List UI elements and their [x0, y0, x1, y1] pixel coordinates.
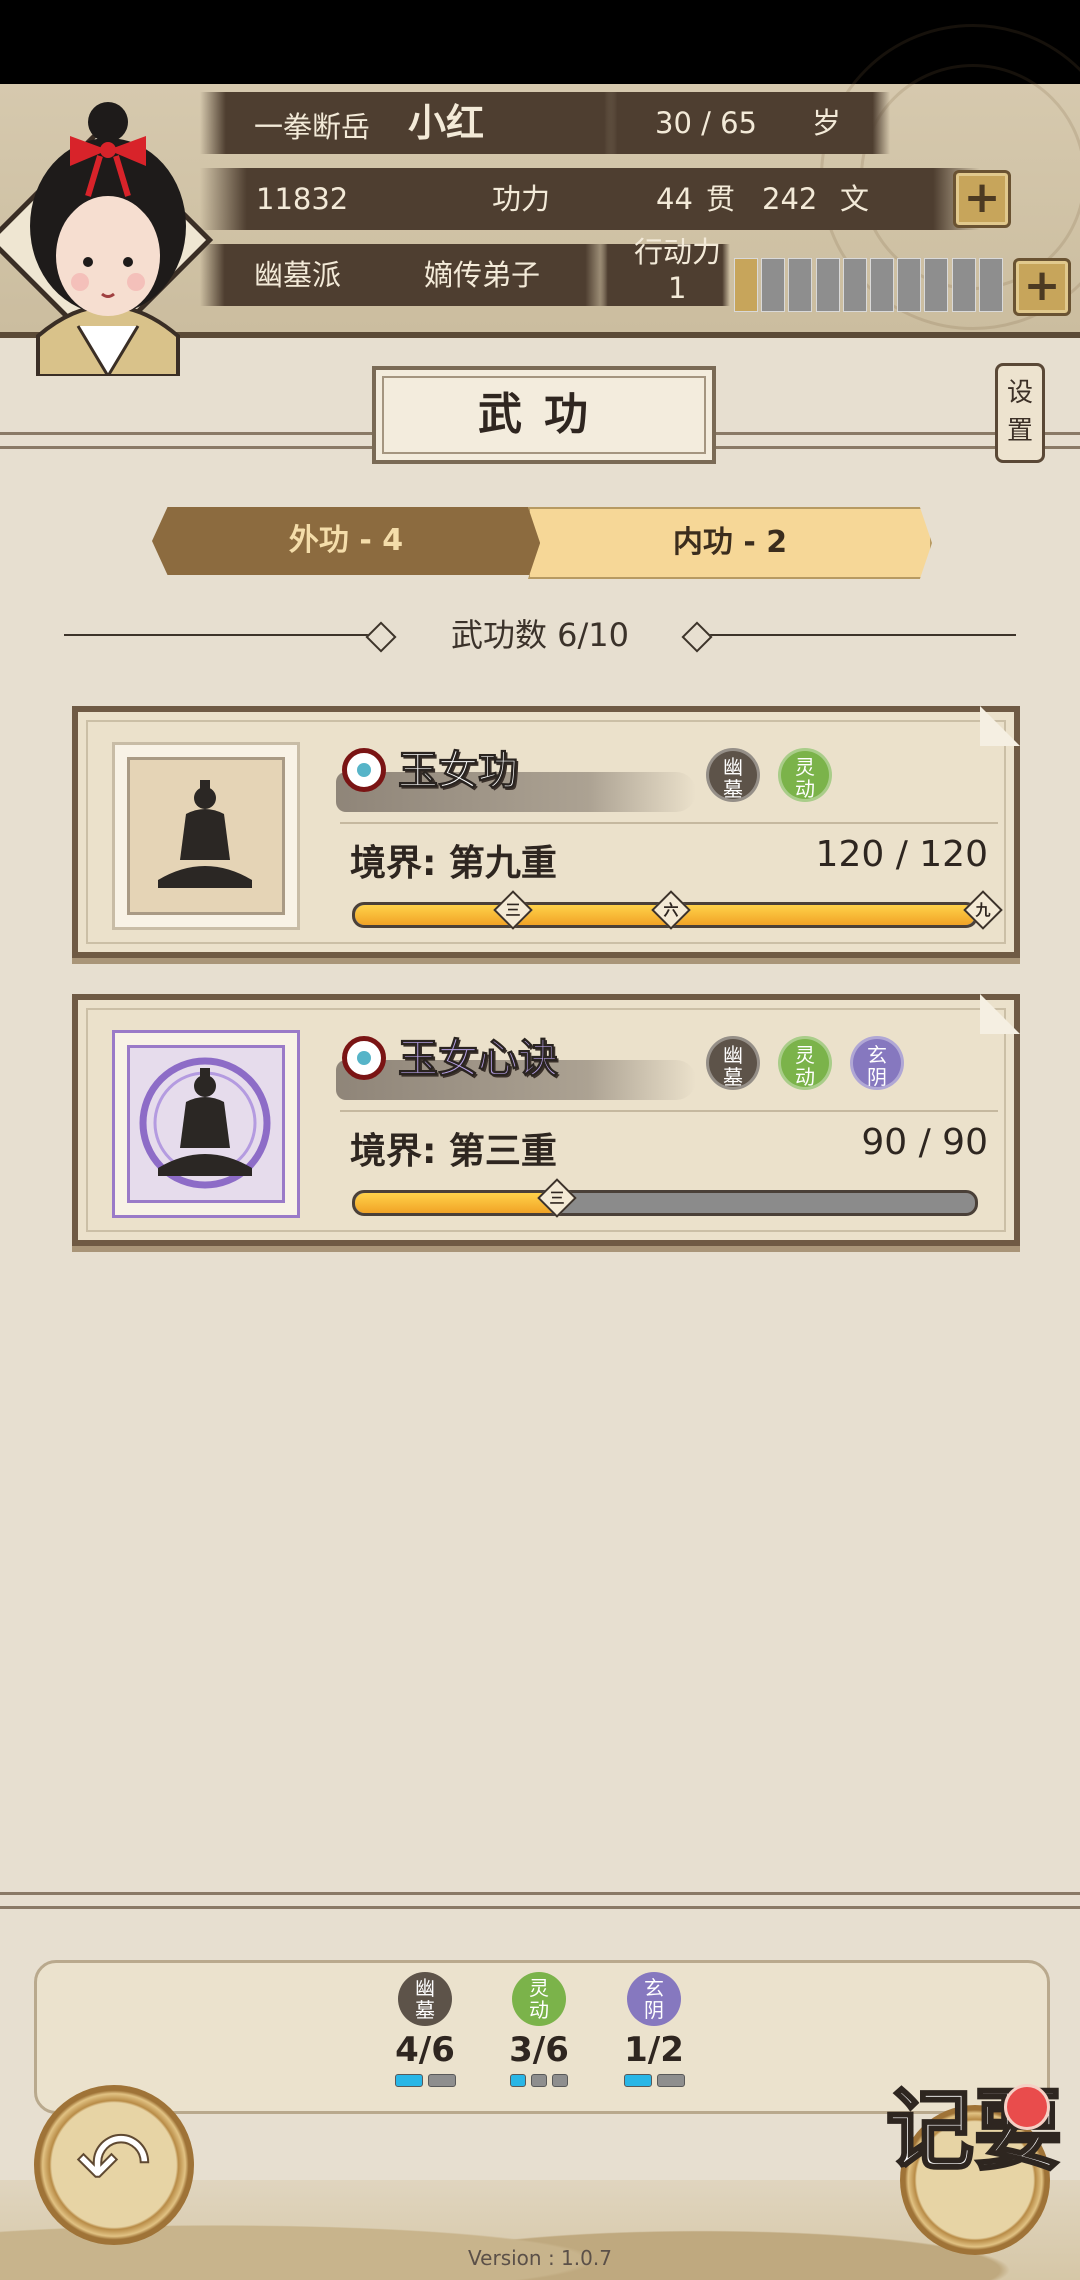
- skill-progress: 120 / 120: [815, 834, 988, 875]
- stat-pip: [510, 2074, 526, 2087]
- skill-level-fill: [355, 1193, 560, 1213]
- realm-marker-label: 六: [663, 901, 679, 919]
- action-value: 1: [668, 271, 687, 305]
- page-fold-corner: [980, 706, 1020, 746]
- version-label: Version : 1.0.7: [468, 2246, 612, 2270]
- stat-pip: [531, 2074, 547, 2087]
- frame-line: [0, 446, 372, 449]
- stat-pip: [623, 2074, 652, 2087]
- sect-stat-icon: 幽墓: [398, 1972, 452, 2026]
- stat-pip: [427, 2074, 456, 2087]
- skill-realm: 境界: 第三重: [350, 1131, 557, 1172]
- action-label: 行动力: [634, 235, 722, 269]
- yin-badge-icon: 玄阴: [850, 1036, 904, 1090]
- skill-realm: 境界: 第九重: [350, 843, 557, 884]
- tab-external-skills[interactable]: 外功 - 4: [152, 507, 540, 575]
- disciple-rank: 嫡传弟子: [424, 258, 541, 292]
- skill-name: 玉女功: [398, 748, 519, 795]
- add-action-button[interactable]: +: [1013, 258, 1071, 316]
- age-value: 30 / 65: [655, 106, 758, 140]
- wen-unit: 文: [840, 182, 870, 216]
- yin-stat-icon: 玄阴: [627, 1972, 681, 2026]
- stat-agility[interactable]: 灵动 3/6: [489, 1972, 589, 2087]
- portrait-box: [127, 1045, 285, 1203]
- skill-card[interactable]: 玉女心诀 幽墓 灵动 玄阴 境界: 第三重 90 / 90 三: [72, 994, 1020, 1246]
- skill-count: 武功数 6/10: [450, 616, 630, 654]
- tab-internal-skills[interactable]: 内功 - 2: [528, 507, 932, 579]
- action-point-cell: [815, 258, 840, 312]
- back-button[interactable]: ↶: [34, 2085, 194, 2245]
- realm-marker-label: 三: [505, 901, 521, 919]
- settings-button[interactable]: 设置: [995, 363, 1045, 463]
- age-unit: 岁: [812, 106, 842, 140]
- action-point-cell: [897, 258, 922, 312]
- divider-line: [706, 634, 1016, 636]
- stat-pips: [489, 2074, 589, 2087]
- money-guan: 44: [656, 182, 693, 216]
- stat-pip: [552, 2074, 568, 2087]
- skill-name: 玉女心诀: [398, 1036, 559, 1083]
- frame-line: [0, 432, 372, 435]
- action-point-cell: [951, 258, 976, 312]
- avatar[interactable]: [8, 86, 208, 379]
- power-label: 功力: [492, 182, 551, 216]
- character-name: 小红: [408, 101, 485, 145]
- notification-dot: [1004, 2084, 1050, 2130]
- card-separator: [340, 822, 998, 824]
- skill-type-icon: [342, 1036, 386, 1080]
- frame-line: [0, 1892, 1080, 1895]
- action-point-cell: [924, 258, 949, 312]
- realm-marker-label: 九: [975, 901, 991, 919]
- action-point-cell: [734, 258, 758, 312]
- sect-badge-icon: 幽墓: [706, 1036, 760, 1090]
- frame-line: [0, 1906, 1080, 1909]
- diamond-ornament-icon: [681, 621, 713, 653]
- card-separator: [340, 1110, 998, 1112]
- stat-pip: [394, 2074, 423, 2087]
- settings-label: 设置: [1006, 378, 1033, 446]
- action-point-cell: [978, 258, 1003, 312]
- agility-badge-icon: 灵动: [778, 1036, 832, 1090]
- skill-card[interactable]: 玉女功 幽墓 灵动 境界: 第九重 120 / 120 三 六 九: [72, 706, 1020, 958]
- stat-pip: [656, 2074, 685, 2087]
- stat-pips: [375, 2074, 475, 2087]
- skill-type-icon: [342, 748, 386, 792]
- skill-level-bar: 三六九: [352, 890, 1003, 930]
- sect-name: 幽墓派: [254, 258, 342, 292]
- agility-badge-icon: 灵动: [778, 748, 832, 802]
- page-title-text: 武功: [478, 389, 610, 440]
- realm-marker-label: 三: [549, 1189, 565, 1207]
- stat-pips: [604, 2074, 704, 2087]
- stat-value: 4/6: [395, 2030, 455, 2070]
- skill-level-bar: 三: [352, 1178, 978, 1218]
- action-point-cell: [842, 258, 867, 312]
- stat-sect[interactable]: 幽墓 4/6: [375, 1972, 475, 2087]
- sect-badge-icon: 幽墓: [706, 748, 760, 802]
- page-fold-corner: [980, 994, 1020, 1034]
- stat-yin[interactable]: 玄阴 1/2: [604, 1972, 704, 2087]
- stat-value: 1/2: [624, 2030, 684, 2070]
- skill-progress: 90 / 90: [861, 1122, 988, 1163]
- character-title: 一拳断岳: [254, 110, 371, 144]
- add-money-button[interactable]: +: [953, 170, 1011, 228]
- agility-stat-icon: 灵动: [512, 1972, 566, 2026]
- action-points-bar: [732, 258, 1004, 312]
- character-portrait-icon: [30, 102, 186, 379]
- skill-portrait: [112, 742, 300, 930]
- meditating-figure-icon: [139, 1057, 271, 1189]
- power-value: 11832: [256, 182, 349, 216]
- diamond-ornament-icon: [365, 621, 397, 653]
- money-wen: 242: [762, 182, 818, 216]
- portrait-box: [127, 757, 285, 915]
- page-title: 武功: [372, 366, 716, 464]
- stat-value: 3/6: [509, 2030, 569, 2070]
- skill-portrait: [112, 1030, 300, 1218]
- meditating-figure-icon: [158, 780, 252, 888]
- guan-unit: 贯: [706, 182, 736, 216]
- back-arrow-icon: ↶: [75, 2111, 152, 2218]
- action-point-cell: [788, 258, 813, 312]
- action-point-cell: [870, 258, 894, 312]
- action-point-cell: [761, 258, 786, 312]
- divider-line: [64, 634, 374, 636]
